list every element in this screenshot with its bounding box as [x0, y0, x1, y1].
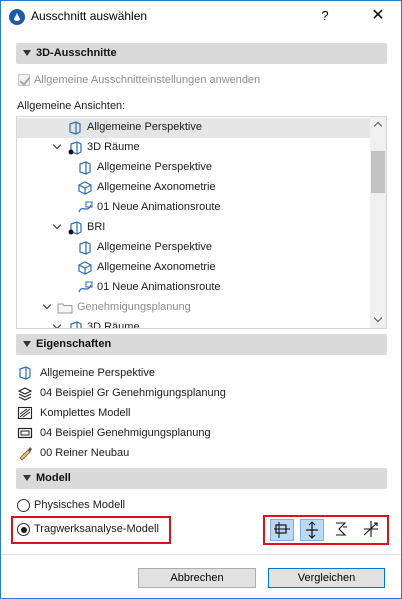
- tree-item[interactable]: 01 Neue Animationsroute: [17, 198, 371, 218]
- property-value: 04 Beispiel Genehmigungsplanung: [40, 427, 211, 439]
- tree-item[interactable]: 3D Räume: [17, 318, 371, 329]
- renovation-filter-icon: [19, 447, 32, 461]
- tree-item[interactable]: BRI: [17, 218, 371, 238]
- scrollbar-thumb[interactable]: [371, 151, 385, 193]
- perspective-icon: [79, 161, 91, 175]
- physical-model-label: Physisches Modell: [34, 499, 126, 511]
- tree-item[interactable]: Allgemeine Perspektive: [17, 118, 371, 138]
- close-button[interactable]: ✕: [363, 5, 393, 27]
- tree-item-label: Allgemeine Perspektive: [87, 121, 202, 133]
- collapse-triangle-icon: [23, 341, 31, 347]
- cancel-button[interactable]: Abbrechen: [138, 568, 256, 588]
- animation-route-icon: [78, 281, 93, 293]
- apply-general-settings-label: Allgemeine Ausschnitteinstellungen anwen…: [34, 74, 261, 86]
- tree-item-label: BRI: [87, 221, 106, 233]
- section-label: Eigenschaften: [36, 338, 112, 350]
- perspective-icon: [79, 241, 91, 255]
- expand-chevron-icon[interactable]: [53, 322, 63, 328]
- footer-separator: [1, 554, 401, 555]
- tree-item-label: Allgemeine Axonometrie: [97, 261, 216, 273]
- tree-item-label: 3D Räume: [87, 141, 140, 153]
- section-header-3d-views[interactable]: 3D-Ausschnitte: [16, 43, 387, 64]
- structural-axis-button[interactable]: [300, 519, 324, 541]
- property-value: 04 Beispiel Gr Genehmigungsplanung: [40, 387, 226, 399]
- tree-item-label: 3D Räume: [87, 321, 140, 329]
- tree-item[interactable]: Allgemeine Perspektive: [17, 158, 371, 178]
- pen-set-icon: [17, 427, 33, 439]
- folder-3d-icon: [68, 221, 82, 235]
- title-bar: Ausschnitt auswählen ? ✕: [1, 1, 401, 32]
- axonometry-icon: [78, 181, 92, 195]
- section-label: Modell: [36, 472, 71, 484]
- tree-item-label: 01 Neue Animationsroute: [97, 201, 221, 213]
- tree-scrollbar[interactable]: [370, 117, 386, 328]
- general-views-label: Allgemeine Ansichten:: [17, 100, 126, 112]
- tree-item-label: Allgemeine Axonometrie: [97, 181, 216, 193]
- section-label: 3D-Ausschnitte: [36, 47, 117, 59]
- dialog-window: Ausschnitt auswählen ? ✕ 3D-Ausschnitte …: [0, 0, 402, 599]
- structural-link-button[interactable]: [330, 519, 354, 541]
- property-value: Komplettes Modell: [40, 407, 131, 419]
- perspective-icon: [19, 366, 31, 380]
- structural-link-icon: [336, 522, 347, 536]
- axonometry-icon: [78, 261, 92, 275]
- tree-item[interactable]: Allgemeine Axonometrie: [17, 178, 371, 198]
- tree-item[interactable]: Allgemeine Axonometrie: [17, 258, 371, 278]
- collapse-triangle-icon: [23, 475, 31, 481]
- compare-button[interactable]: Vergleichen: [268, 568, 385, 588]
- analytical-model-label: Tragwerksanalyse-Modell: [34, 523, 159, 535]
- folder-icon: [57, 303, 73, 314]
- structural-support-icon: [363, 521, 378, 537]
- views-tree[interactable]: Allgemeine Perspektive 3D Räume Allgemei…: [16, 116, 387, 329]
- animation-route-icon: [78, 201, 93, 213]
- structural-surface-button[interactable]: [270, 519, 294, 541]
- analytical-model-radio[interactable]: [17, 523, 30, 536]
- tree-item-label: Allgemeine Perspektive: [97, 241, 212, 253]
- model-filter-icon: [17, 406, 33, 420]
- expand-chevron-icon[interactable]: [43, 302, 53, 312]
- tree-item[interactable]: Allgemeine Perspektive: [17, 238, 371, 258]
- scroll-up-arrow-icon[interactable]: [370, 117, 386, 133]
- physical-model-radio[interactable]: [17, 499, 30, 512]
- collapse-triangle-icon: [23, 50, 31, 56]
- expand-chevron-icon[interactable]: [53, 222, 63, 232]
- apply-general-settings-checkbox[interactable]: [18, 74, 30, 86]
- structural-surface-icon: [274, 522, 290, 538]
- expand-chevron-icon[interactable]: [53, 142, 63, 152]
- tree-item-label: 01 Neue Animationsroute: [97, 281, 221, 293]
- property-value: 00 Reiner Neubau: [40, 447, 130, 459]
- section-header-model[interactable]: Modell: [16, 468, 387, 489]
- property-value: Allgemeine Perspektive: [40, 367, 155, 379]
- tree-item-label: Allgemeine Perspektive: [97, 161, 212, 173]
- dialog-title: Ausschnitt auswählen: [31, 9, 148, 23]
- help-button[interactable]: ?: [313, 5, 337, 27]
- structural-axis-icon: [306, 521, 318, 539]
- tree-item-label: Genehmigungsplanung: [77, 301, 191, 313]
- scroll-down-arrow-icon[interactable]: [370, 312, 386, 328]
- archicad-app-icon: [9, 9, 25, 25]
- tree-item[interactable]: 3D Räume: [17, 138, 371, 158]
- folder-3d-icon: [68, 141, 82, 155]
- folder-3d-icon: [70, 321, 82, 328]
- layer-combination-icon: [17, 387, 33, 401]
- perspective-icon: [69, 121, 81, 135]
- structural-support-button[interactable]: [360, 519, 384, 541]
- section-header-properties[interactable]: Eigenschaften: [16, 334, 387, 355]
- tree-item[interactable]: 01 Neue Animationsroute: [17, 278, 371, 298]
- tree-item[interactable]: Genehmigungsplanung: [17, 298, 371, 318]
